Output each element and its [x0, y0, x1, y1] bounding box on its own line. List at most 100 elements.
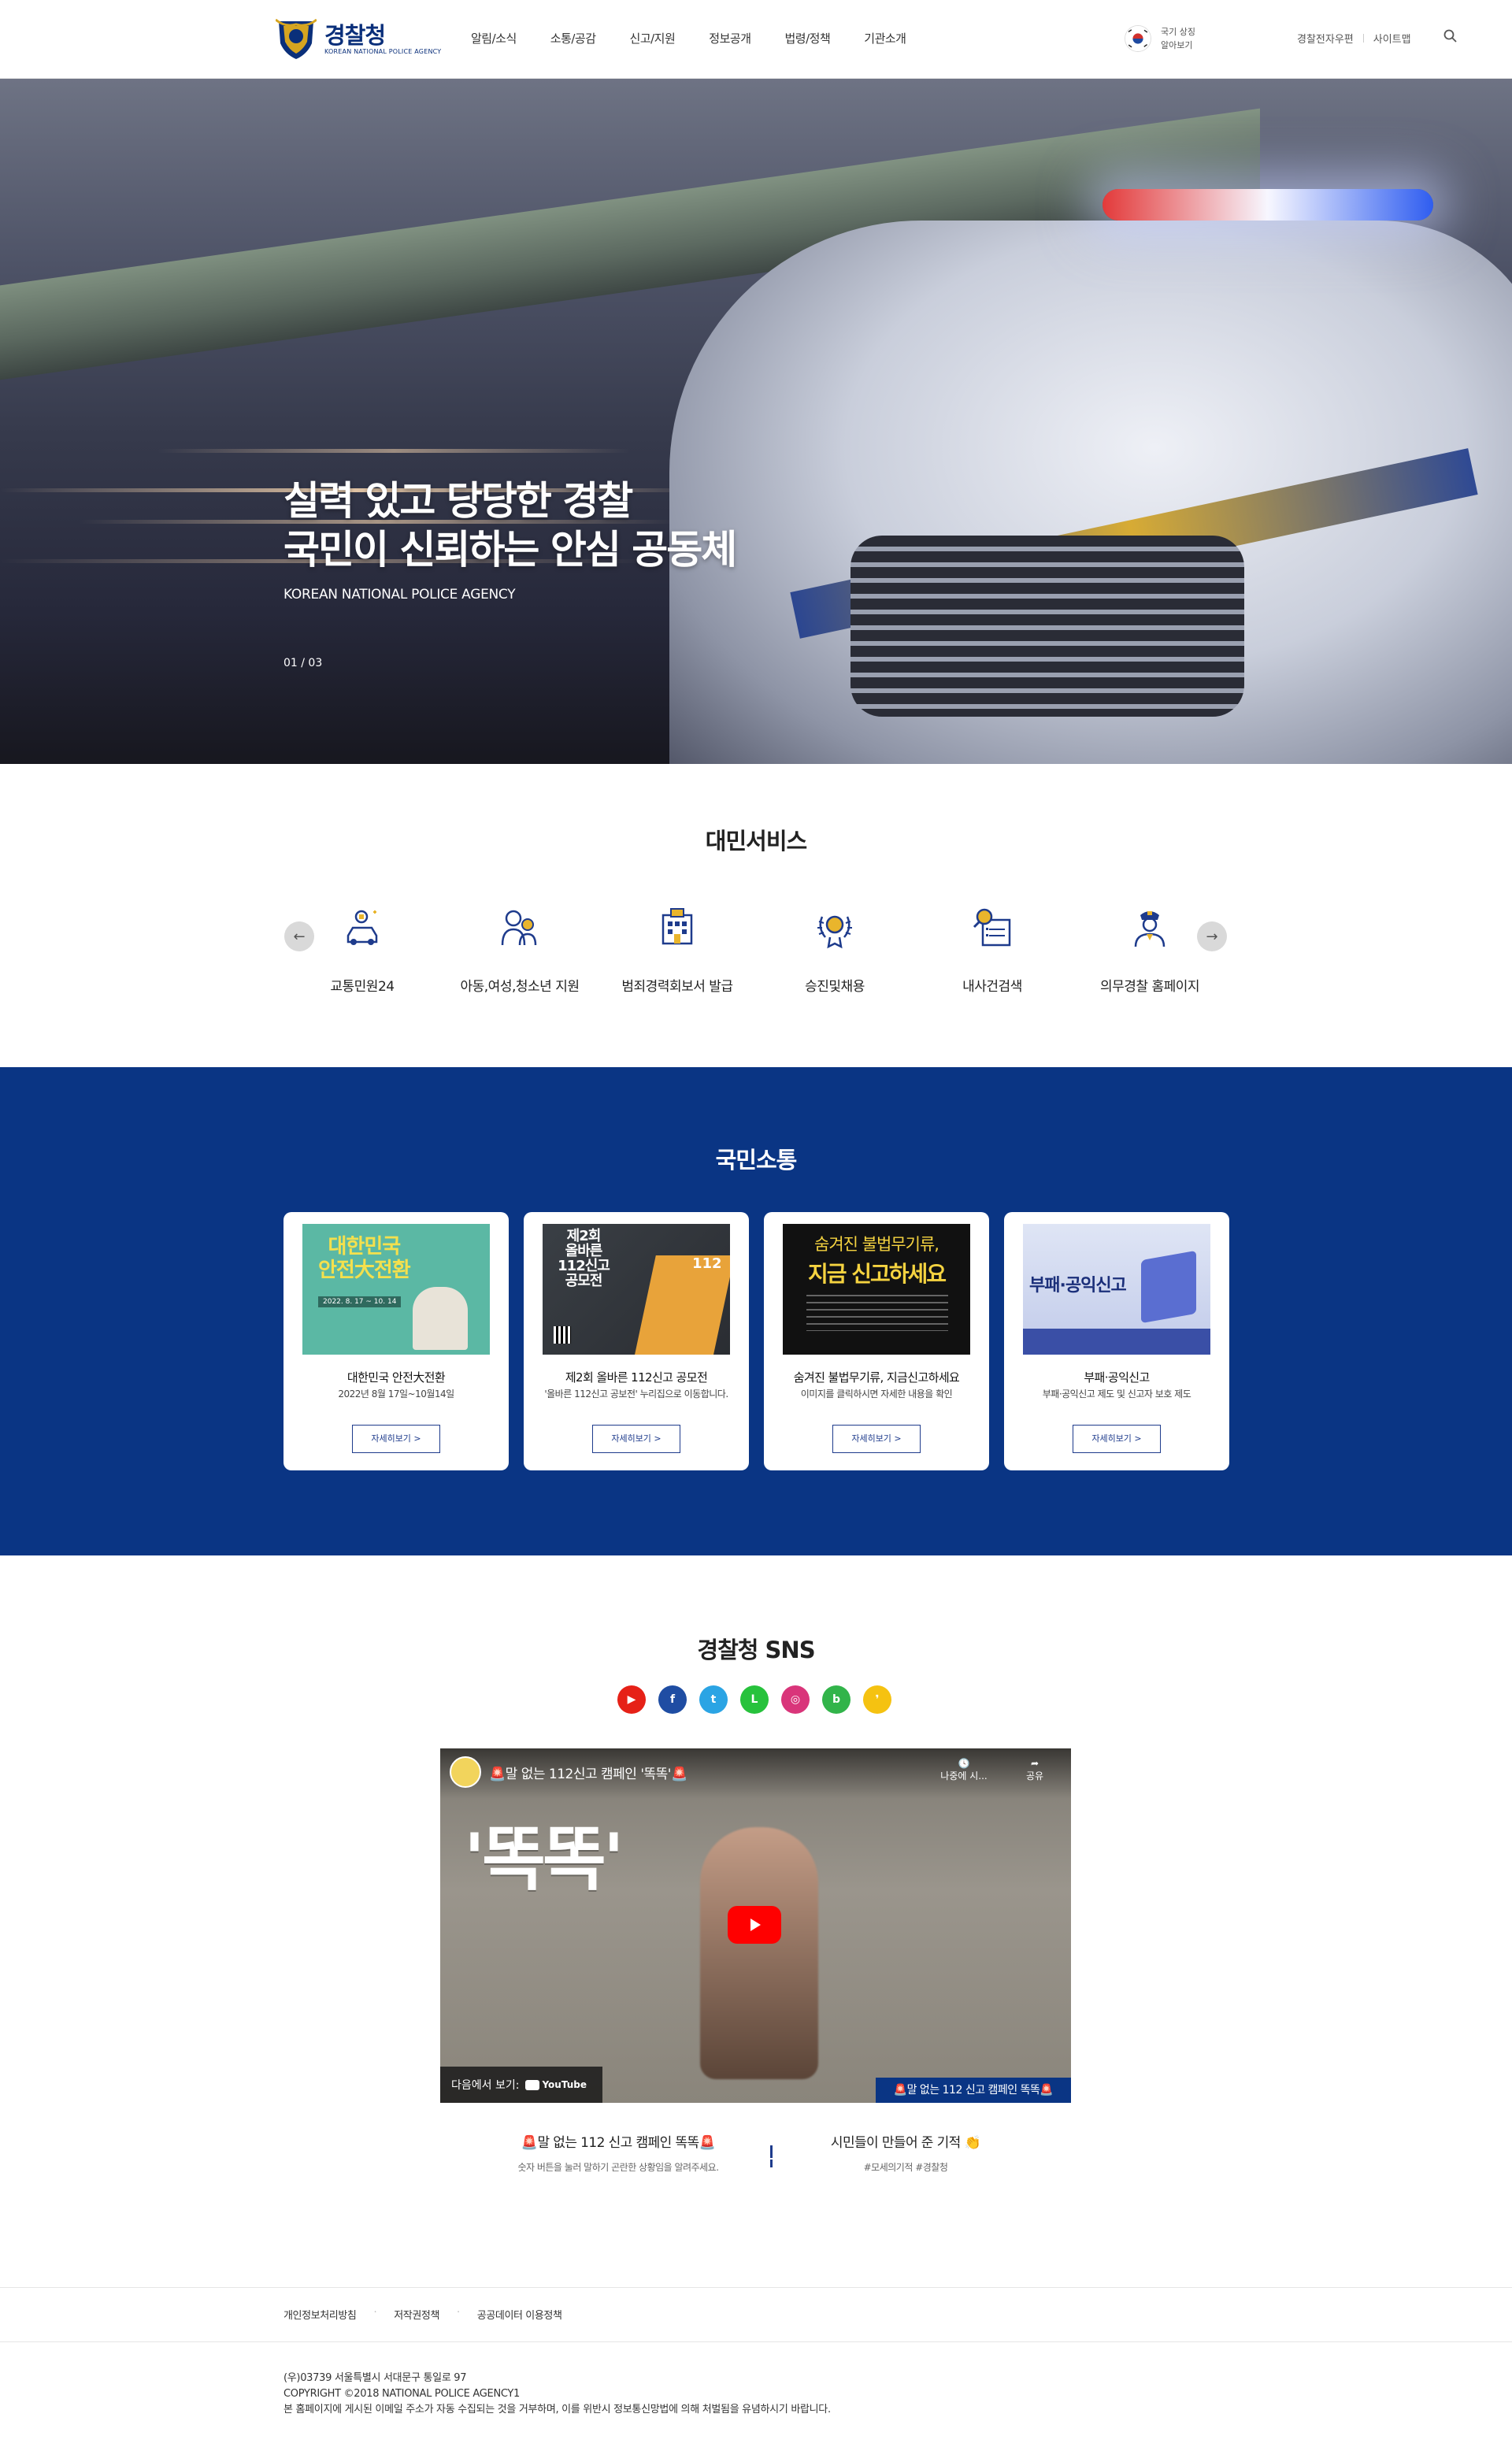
card-112-contest[interactable]: 제2회 올바른 112신고 공모전 112 제2회 올바른 112신고 공모전 …: [524, 1212, 749, 1470]
video-thumbnail-hand: [700, 1827, 818, 2079]
sns-title: 경찰청 SNS: [697, 1637, 815, 1663]
flag-label-2: 알아보기: [1161, 40, 1193, 50]
nav-item-disclosure[interactable]: 정보공개: [709, 30, 751, 46]
nav-item-news[interactable]: 알림/소식: [471, 30, 517, 46]
nav-item-law[interactable]: 법령/정책: [785, 30, 831, 46]
service-auxiliary-police[interactable]: 의무경찰 홈페이지: [1071, 904, 1228, 995]
card-image-text: 올바른: [565, 1243, 603, 1259]
service-label: 아동,여성,청소년 지원: [460, 979, 580, 995]
hero-title-line-1: 실력 있고 당당한 경찰: [284, 478, 633, 524]
card-desc: 이미지를 클릭하시면 자세한 내용을 확인: [800, 1388, 953, 1400]
card-desc: 부패·공익신고 제도 및 신고자 보호 제도: [1042, 1388, 1191, 1400]
card-more-button[interactable]: 자세히보기 >: [592, 1425, 680, 1453]
card-image: 숨겨진 불법무기류, 지금 신고하세요: [783, 1224, 970, 1355]
card-illegal-weapons[interactable]: 숨겨진 불법무기류, 지금 신고하세요 숨겨진 불법무기류, 지금신고하세요 이…: [764, 1212, 989, 1470]
public-data-policy-link[interactable]: 공공데이터 이용정책: [477, 2307, 562, 2322]
worker-illustration: [413, 1287, 468, 1350]
footer-copyright: COPYRIGHT ©2018 NATIONAL POLICE AGENCY1: [284, 2388, 521, 2400]
card-desc: '올바른 112신고 공보전' 누리집으로 이동합니다.: [544, 1388, 728, 1400]
card-corruption-report[interactable]: 부패·공익신고 부패·공익신고 부패·공익신고 제도 및 신고자 보호 제도 자…: [1004, 1212, 1229, 1470]
youtube-icon[interactable]: ▶: [617, 1685, 646, 1714]
play-button[interactable]: [728, 1906, 781, 1944]
card-image-text: 안전大전환: [318, 1259, 411, 1282]
sns-post-title: 🚨말 없는 112 신고 캠페인 똑똑🚨: [521, 2135, 716, 2151]
services-title: 대민서비스: [705, 828, 807, 855]
nav-item-report[interactable]: 신고/지원: [630, 30, 676, 46]
copyright-policy-link[interactable]: 저작권정책: [394, 2307, 439, 2322]
sns-post-desc: 숫자 버튼을 눌러 말하기 곤란한 상황임을 알려주세요.: [517, 2162, 719, 2173]
card-image-text: 대한민국: [328, 1235, 402, 1259]
sitemap-link[interactable]: 사이트맵: [1373, 31, 1411, 46]
card-image-text: 지금 신고하세요: [807, 1261, 947, 1287]
sns-post-miracle[interactable]: 시민들이 만들어 준 기적 👏 #모세의기적 #경찰청: [788, 2131, 1024, 2174]
youtube-logo: YouTube: [525, 2079, 587, 2090]
card-more-button[interactable]: 자세히보기 >: [832, 1425, 921, 1453]
service-label: 내사건검색: [962, 979, 1022, 995]
band-icon[interactable]: b: [822, 1685, 850, 1714]
sns-post-desc: #모세의기적 #경찰청: [863, 2162, 948, 2173]
card-more-button[interactable]: 자세히보기 >: [352, 1425, 440, 1453]
card-image-number: 112: [692, 1255, 722, 1272]
police-officer-icon: [1134, 911, 1166, 947]
sns-divider: [770, 2145, 773, 2167]
youtube-video-player[interactable]: 🚨말 없는 112신고 캠페인 '똑똑'🚨 '똑똑' 🕓 나중에 시... ➦ …: [440, 1748, 1071, 2103]
traffic-car-icon: [346, 910, 378, 945]
search-document-icon: [973, 908, 1011, 947]
clock-icon: 🕓: [958, 1758, 970, 1769]
share-label: 공유: [1025, 1770, 1044, 1781]
footer-link-separator: ·: [457, 2307, 460, 2319]
service-promotion[interactable]: 승진및채용: [756, 904, 914, 995]
twitter-icon[interactable]: t: [699, 1685, 728, 1714]
card-image-text: 숨겨진 불법무기류,: [814, 1235, 939, 1254]
kakao-icon[interactable]: ❜: [863, 1685, 891, 1714]
video-campaign-tag: 🚨말 없는 112 신고 캠페인 똑똑🚨: [876, 2078, 1071, 2103]
channel-avatar[interactable]: [450, 1756, 481, 1788]
light-streak: [158, 449, 630, 453]
service-label: 교통민원24: [330, 979, 395, 995]
card-image-text: 공모전: [565, 1273, 603, 1289]
privacy-policy-link[interactable]: 개인정보처리방침: [284, 2307, 357, 2322]
card-more-button[interactable]: 자세히보기 >: [1073, 1425, 1161, 1453]
sns-post-campaign[interactable]: 🚨말 없는 112 신고 캠페인 똑똑🚨 숫자 버튼을 눌러 말하기 곤란한 상…: [472, 2131, 764, 2174]
service-family-support[interactable]: 아동,여성,청소년 지원: [441, 904, 598, 995]
site-logo[interactable]: 경찰청 KOREAN NATIONAL POLICE AGENCY: [276, 16, 441, 61]
search-icon[interactable]: [1443, 28, 1458, 44]
sns-post-title: 시민들이 만들어 준 기적 👏: [830, 2135, 981, 2151]
family-icon: [501, 910, 537, 946]
util-divider: [1362, 34, 1364, 43]
video-overlay-text: '똑똑': [464, 1819, 624, 1900]
police-email-link[interactable]: 경찰전자우편: [1297, 31, 1354, 46]
card-image-graphic: [1141, 1250, 1196, 1324]
instagram-icon[interactable]: ◎: [781, 1685, 810, 1714]
hero-title-line-2: 국민이 신뢰하는 안심 공동체: [284, 527, 737, 573]
video-title[interactable]: 🚨말 없는 112신고 캠페인 '똑똑'🚨: [489, 1763, 687, 1782]
service-label: 승진및채용: [805, 979, 865, 995]
card-title: 숨겨진 불법무기류, 지금신고하세요: [793, 1370, 960, 1385]
card-safety-transition[interactable]: 대한민국 안전大전환 2022. 8. 17 ~ 10. 14 대한민국 안전大…: [284, 1212, 509, 1470]
card-image-text: 제2회: [566, 1228, 602, 1244]
document-building-icon: [662, 908, 693, 945]
communication-title: 국민소통: [715, 1147, 798, 1173]
hero-banner: 실력 있고 당당한 경찰 국민이 신뢰하는 안심 공동체 KOREAN NATI…: [0, 79, 1512, 764]
nav-item-communication[interactable]: 소통/공감: [550, 30, 596, 46]
national-flag-link[interactable]: 국기 상징 알아보기: [1125, 25, 1200, 52]
line-icon[interactable]: L: [740, 1685, 769, 1714]
watch-later-label: 나중에 시...: [940, 1770, 988, 1781]
watch-on-label: 다음에서 보기:: [451, 2079, 520, 2092]
card-image: 제2회 올바른 112신고 공모전 112: [543, 1224, 730, 1355]
share-button[interactable]: ➦ 공유: [1011, 1758, 1058, 1782]
slide-counter: 01 / 03: [284, 657, 323, 669]
service-traffic[interactable]: 교통민원24: [284, 904, 441, 995]
share-icon: ➦: [1030, 1758, 1040, 1769]
card-title: 대한민국 안전大전환: [346, 1370, 446, 1385]
watch-on-youtube-button[interactable]: 다음에서 보기: YouTube: [440, 2067, 602, 2103]
play-icon: [750, 1919, 761, 1931]
watch-later-button[interactable]: 🕓 나중에 시...: [932, 1758, 995, 1782]
nav-item-about[interactable]: 기관소개: [864, 30, 906, 46]
sns-icon-list: ▶ f t L ◎ b ❜: [617, 1685, 904, 1714]
facebook-icon[interactable]: f: [658, 1685, 687, 1714]
card-image-text: 112신고: [558, 1258, 610, 1274]
service-case-search[interactable]: 내사건검색: [914, 904, 1071, 995]
logo-subtitle: KOREAN NATIONAL POLICE AGENCY: [324, 47, 442, 55]
service-criminal-record[interactable]: 범죄경력회보서 발급: [598, 904, 756, 995]
